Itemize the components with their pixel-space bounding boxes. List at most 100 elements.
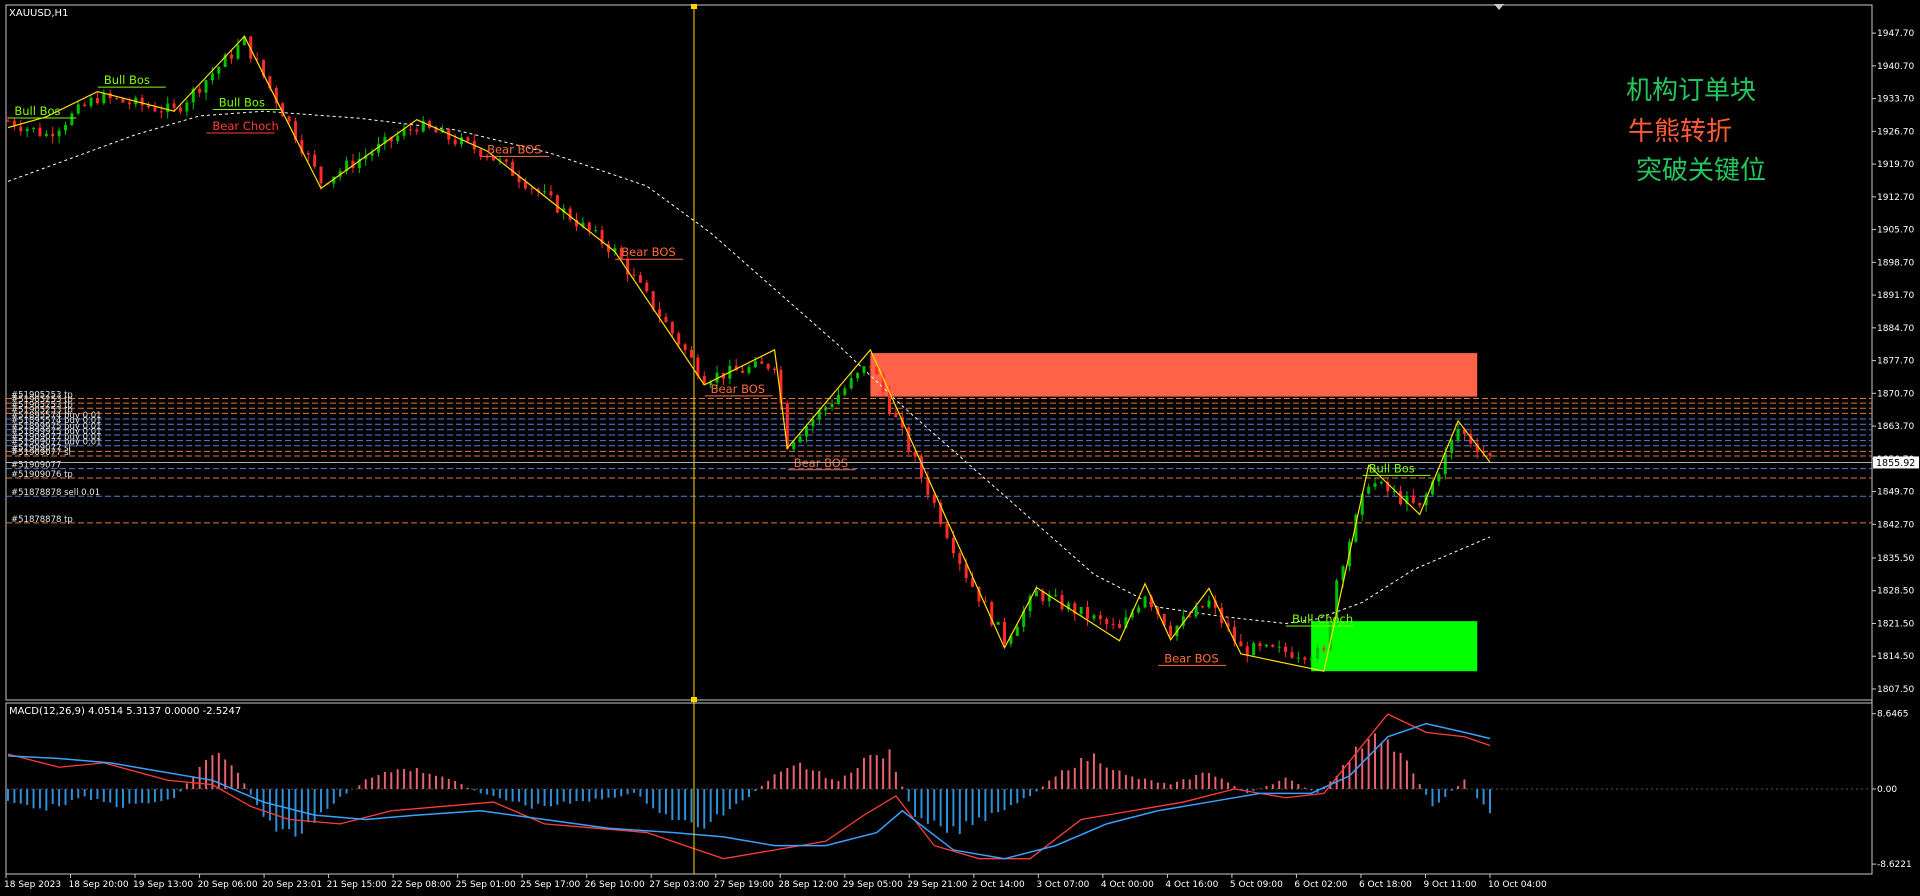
price-tick-label: 1849.70 (1877, 488, 1914, 498)
candle-body (555, 195, 559, 213)
candle-body (1207, 600, 1211, 608)
order-line-label: #51909076 tp (11, 470, 73, 480)
time-tick-label: 25 Sep 17:00 (520, 880, 580, 890)
candle-body (824, 407, 828, 411)
time-tick-label: 25 Sep 01:00 (456, 880, 516, 890)
candle-body (1284, 646, 1288, 653)
candle-body (115, 98, 119, 100)
candle-body (1252, 643, 1256, 656)
price-tick-label: 1891.70 (1877, 291, 1914, 301)
price-tick-label: 1947.70 (1877, 29, 1914, 39)
candle-body (479, 149, 483, 157)
candle-body (1003, 621, 1007, 644)
candle-body (1309, 658, 1313, 660)
crosshair-handle-top[interactable] (691, 4, 697, 9)
structure-label: Bear BOS (711, 382, 765, 396)
current-price-label: 1855.92 (1876, 458, 1915, 469)
candle-body (1373, 483, 1377, 487)
candle-body (1264, 644, 1268, 647)
time-tick-label: 18 Sep 20:00 (69, 880, 129, 890)
annotation-order-block: 机构订单块 (1626, 76, 1756, 106)
time-tick-label: 22 Sep 08:00 (391, 880, 451, 890)
trading-chart[interactable]: #51905253 tp#51905253 tp#51905253 tp#519… (0, 0, 1920, 896)
structure-label: Bull Choch (1292, 612, 1353, 626)
candle-body (677, 333, 681, 345)
candle-body (894, 412, 898, 418)
candle-body (396, 135, 400, 142)
candle-body (140, 97, 144, 106)
candle-body (415, 129, 419, 132)
candle-body (1092, 615, 1096, 619)
price-tick-label: 1905.70 (1877, 226, 1914, 236)
candle-body (773, 368, 777, 371)
candle-body (792, 442, 796, 450)
candle-body (1098, 615, 1102, 620)
macd-tick-label: 0.00 (1877, 785, 1897, 795)
candle-body (843, 388, 847, 395)
crosshair-handle-middle[interactable] (691, 697, 697, 702)
candle-body (95, 98, 99, 104)
candle-body (543, 191, 547, 193)
structure-label: Bull Bos (104, 73, 150, 87)
candle-body (166, 103, 170, 113)
structure-label: Bear BOS (487, 142, 541, 156)
candle-body (1111, 623, 1115, 625)
candle-body (153, 107, 157, 112)
candle-body (1105, 619, 1109, 624)
candle-body (319, 166, 323, 184)
candle-body (1450, 439, 1454, 453)
candle-body (1411, 495, 1415, 503)
candle-body (549, 191, 553, 196)
candle-body (1143, 596, 1147, 608)
candle-body (1034, 590, 1038, 597)
macd-tick-label: -8.6221 (1877, 860, 1912, 870)
structure-label: Bear BOS (1164, 651, 1218, 665)
price-tick-label: 1814.50 (1877, 652, 1914, 662)
price-tick-label: 1877.70 (1877, 357, 1914, 367)
price-tick-label: 1926.70 (1877, 127, 1914, 137)
time-tick-label: 20 Sep 23:01 (262, 880, 322, 890)
order-line-label: #51909077 sl (11, 448, 71, 458)
candle-body (230, 54, 234, 59)
candle-body (594, 230, 598, 232)
candle-body (830, 403, 834, 408)
time-tick-label: 5 Oct 09:00 (1230, 880, 1283, 890)
candle-body (210, 73, 214, 81)
time-tick-label: 21 Sep 15:00 (327, 880, 387, 890)
candle-body (504, 159, 508, 162)
time-tick-label: 19 Sep 13:00 (133, 880, 193, 890)
time-tick-label: 10 Oct 04:00 (1488, 880, 1547, 890)
time-tick-label: 2 Oct 14:00 (972, 880, 1025, 890)
price-tick-label: 1842.70 (1877, 520, 1914, 530)
symbol-timeframe-label: XAUUSD,H1 (9, 8, 68, 19)
price-tick-label: 1919.70 (1877, 160, 1914, 170)
candle-body (511, 161, 515, 176)
main-chart-frame (5, 4, 1873, 701)
demand-zone (1311, 621, 1478, 672)
candle-body (632, 274, 636, 276)
macd-parameters-label: MACD(12,26,9) 4.0514 5.3137 0.0000 -2.52… (9, 706, 241, 717)
candle-body (670, 322, 674, 334)
candle-body (523, 181, 527, 189)
candle-body (587, 222, 591, 231)
candle-body (1456, 429, 1460, 440)
candle-body (32, 127, 36, 129)
price-tick-label: 1912.70 (1877, 193, 1914, 203)
candle-body (766, 363, 770, 369)
time-tick-label: 4 Oct 00:00 (1101, 880, 1154, 890)
candle-body (645, 282, 649, 292)
time-tick-label: 6 Oct 02:00 (1294, 880, 1347, 890)
candle-body (760, 361, 764, 364)
candle-body (868, 366, 872, 368)
candle-body (1118, 624, 1121, 628)
candle-body (460, 137, 464, 145)
candle-body (159, 111, 163, 113)
time-tick-label: 6 Oct 18:00 (1359, 880, 1412, 890)
candle-body (1137, 607, 1141, 613)
candle-body (19, 126, 23, 132)
time-tick-label: 20 Sep 06:00 (198, 880, 258, 890)
candle-body (102, 92, 106, 104)
candle-body (1271, 644, 1275, 647)
candle-body (1290, 652, 1294, 658)
candle-body (127, 102, 131, 105)
